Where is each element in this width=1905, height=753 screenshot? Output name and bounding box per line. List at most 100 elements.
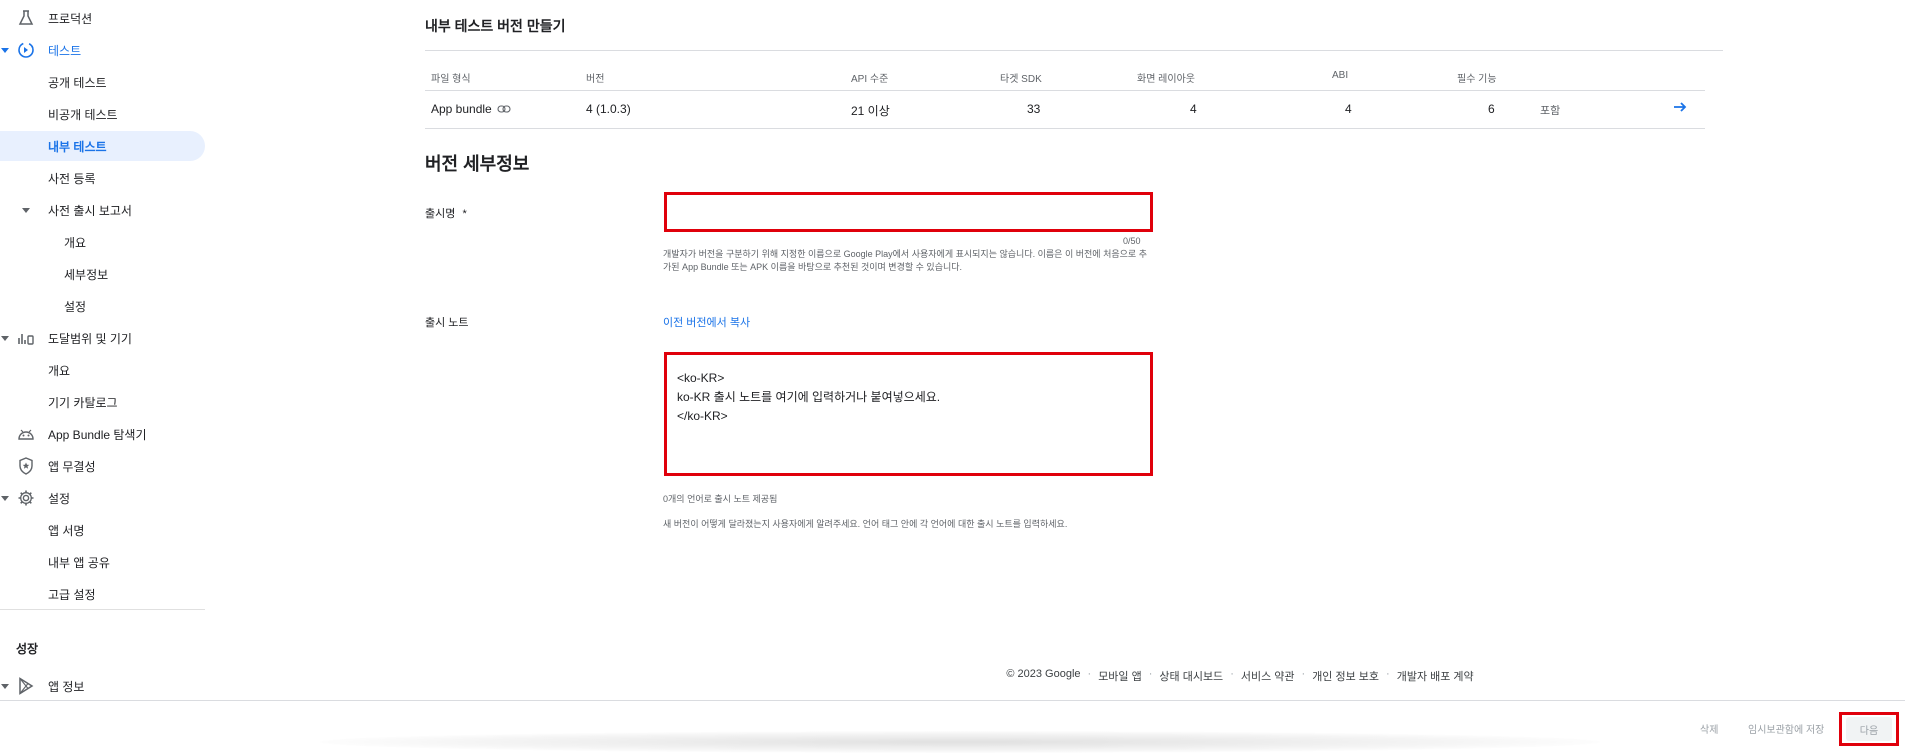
gear-icon <box>16 488 36 508</box>
next-button[interactable]: 다음 <box>1846 717 1892 741</box>
bar-chart-icon <box>16 328 36 348</box>
col-header-abi: ABI <box>1332 70 1349 81</box>
android-icon <box>16 424 36 444</box>
sidebar-item-label: 개요 <box>64 235 87 250</box>
sidebar-item-internal-testing[interactable]: 내부 테스트 <box>0 131 205 161</box>
col-header-required-features: 필수 기능 <box>1457 74 1497 85</box>
col-header-file-type: 파일 형식 <box>431 74 471 85</box>
release-name-helper: 개발자가 버전을 구분하기 위해 지정한 이름으로 Google Play에서 … <box>663 249 1147 272</box>
release-name-counter: 0/50 <box>1123 236 1141 246</box>
sidebar-item-internal-app-sharing[interactable]: 내부 앱 공유 <box>0 547 205 577</box>
sidebar-item-label: 비공개 테스트 <box>48 107 118 122</box>
sidebar-item-reach-devices[interactable]: 도달범위 및 기기 <box>0 323 205 353</box>
col-header-api-level: API 수준 <box>851 74 889 85</box>
cell-version: 4 (1.0.3) <box>586 102 631 116</box>
col-header-version: 버전 <box>586 74 605 85</box>
sidebar-item-prelaunch-details[interactable]: 세부정보 <box>0 259 205 289</box>
sidebar-item-production[interactable]: 프로덕션 <box>0 3 205 33</box>
sidebar-item-label: 사전 등록 <box>48 171 96 186</box>
sidebar-item-app-bundle-explorer[interactable]: App Bundle 탐색기 <box>0 419 205 449</box>
footer-link-status-dashboard[interactable]: 상태 대시보드 <box>1159 668 1223 684</box>
cell-screen-layout: 4 <box>1190 102 1197 116</box>
cell-abi: 4 <box>1345 102 1352 116</box>
sidebar-item-label: 도달범위 및 기기 <box>48 331 132 346</box>
release-notes-label: 출시 노트 <box>425 317 469 329</box>
footer-link-distribution-agreement[interactable]: 개발자 배포 계약 <box>1397 668 1474 684</box>
chevron-down-icon <box>1 495 9 501</box>
play-icon <box>16 676 36 696</box>
release-name-input[interactable] <box>667 195 1150 229</box>
sidebar-item-advanced-settings[interactable]: 고급 설정 <box>0 579 205 609</box>
sidebar-item-app-integrity[interactable]: 앱 무결성 <box>0 451 205 481</box>
sidebar-item-prelaunch-overview[interactable]: 개요 <box>0 227 205 257</box>
sidebar-item-label: 설정 <box>64 299 87 314</box>
sidebar-item-app-signing[interactable]: 앱 서명 <box>0 515 205 545</box>
release-notes-language-count: 0개의 언어로 출시 노트 제공됨 <box>663 494 778 504</box>
footer-link-privacy[interactable]: 개인 정보 보호 <box>1312 668 1379 684</box>
sidebar-item-label: 개요 <box>48 363 71 378</box>
sidebar-item-label: 설정 <box>48 491 71 506</box>
sidebar-item-closed-testing[interactable]: 비공개 테스트 <box>0 99 205 129</box>
sidebar-item-label: 내부 앱 공유 <box>48 555 110 570</box>
sidebar-item-pre-launch-report[interactable]: 사전 출시 보고서 <box>0 195 205 225</box>
sidebar-divider <box>0 609 205 610</box>
sidebar-item-label: 내부 테스트 <box>48 139 107 154</box>
bottom-action-bar: 삭제 임시보관함에 저장 다음 <box>0 700 1905 753</box>
footer-separator: · <box>1386 668 1390 680</box>
chevron-down-icon <box>22 207 30 213</box>
sidebar-item-testing[interactable]: 테스트 <box>0 35 205 65</box>
sidebar-item-pre-registration[interactable]: 사전 등록 <box>0 163 205 193</box>
cell-api-level: 21 이상 <box>851 104 890 118</box>
sidebar-item-label: 테스트 <box>48 43 82 58</box>
footer-separator: · <box>1301 668 1306 680</box>
sidebar-item-setup[interactable]: 설정 <box>0 483 205 513</box>
release-notes-field-wrapper: <ko-KR> ko-KR 출시 노트를 여기에 입력하거나 붙여넣으세요. <… <box>664 352 1153 476</box>
sidebar-item-label: App Bundle 탐색기 <box>48 427 147 442</box>
col-header-screen-layout: 화면 레이아웃 <box>1137 74 1195 85</box>
sidebar-section-growth: 성장 <box>16 642 39 656</box>
page-title: 내부 테스트 버전 만들기 <box>425 18 566 34</box>
sidebar-item-device-catalog[interactable]: 기기 카탈로그 <box>0 387 205 417</box>
footer-separator: · <box>1230 668 1234 680</box>
sidebar-item-open-testing[interactable]: 공개 테스트 <box>0 67 205 97</box>
sidebar-item-label: 공개 테스트 <box>48 75 107 90</box>
copy-from-previous-link[interactable]: 이전 버전에서 복사 <box>663 314 750 330</box>
footer-link-mobile-app[interactable]: 모바일 앱 <box>1098 668 1142 684</box>
chevron-down-icon <box>1 335 9 341</box>
chevron-down-icon <box>1 683 9 689</box>
shield-icon <box>16 456 36 476</box>
cell-status: 포함 <box>1540 105 1561 117</box>
next-button-highlight: 다음 <box>1839 712 1899 746</box>
testing-icon <box>16 40 36 60</box>
release-notes-textarea[interactable]: <ko-KR> ko-KR 출시 노트를 여기에 입력하거나 붙여넣으세요. <… <box>667 355 1150 473</box>
release-notes-hint: 새 버전이 어떻게 달라졌는지 사용자에게 알려주세요. 언어 태그 안에 각 … <box>663 519 1068 529</box>
cell-file-type: App bundle <box>431 102 511 116</box>
footer: © 2023 Google · 모바일 앱 · 상태 대시보드 · 서비스 약관… <box>205 668 1705 684</box>
footer-copyright: © 2023 Google <box>1006 668 1081 680</box>
delete-button[interactable]: 삭제 <box>1700 721 1718 736</box>
required-marker: * <box>462 208 467 220</box>
table-row-divider <box>425 128 1705 129</box>
footer-link-terms[interactable]: 서비스 약관 <box>1241 668 1295 684</box>
flask-icon <box>16 8 36 28</box>
col-header-target-sdk: 타겟 SDK <box>1000 74 1042 85</box>
footer-separator: · <box>1148 668 1153 680</box>
save-draft-button[interactable]: 임시보관함에 저장 <box>1748 721 1824 736</box>
sidebar-item-app-info[interactable]: 앱 정보 <box>0 671 205 701</box>
main-content: 내부 테스트 버전 만들기 파일 형식 버전 API 수준 타겟 SDK 화면 … <box>205 0 1905 700</box>
release-name-label-text: 출시명 <box>425 208 456 220</box>
sidebar-item-prelaunch-settings[interactable]: 설정 <box>0 291 205 321</box>
release-details-title: 버전 세부정보 <box>425 154 530 174</box>
bottom-shadow <box>320 731 1600 753</box>
release-name-field-wrapper <box>664 192 1153 232</box>
arrow-right-icon[interactable] <box>1672 99 1688 115</box>
sidebar-item-reach-overview[interactable]: 개요 <box>0 355 205 385</box>
sidebar: 프로덕션 테스트 공개 테스트 비공개 테스트 내부 테스트 사전 등록 사전 … <box>0 0 205 752</box>
sidebar-item-label: 프로덕션 <box>48 11 93 26</box>
sidebar-item-label: 사전 출시 보고서 <box>48 203 132 218</box>
sidebar-item-label: 앱 서명 <box>48 523 85 538</box>
cell-file-type-text: App bundle <box>431 102 492 116</box>
chevron-down-icon <box>1 47 9 53</box>
sidebar-item-label: 앱 무결성 <box>48 459 96 474</box>
sidebar-item-label: 기기 카탈로그 <box>48 395 118 410</box>
